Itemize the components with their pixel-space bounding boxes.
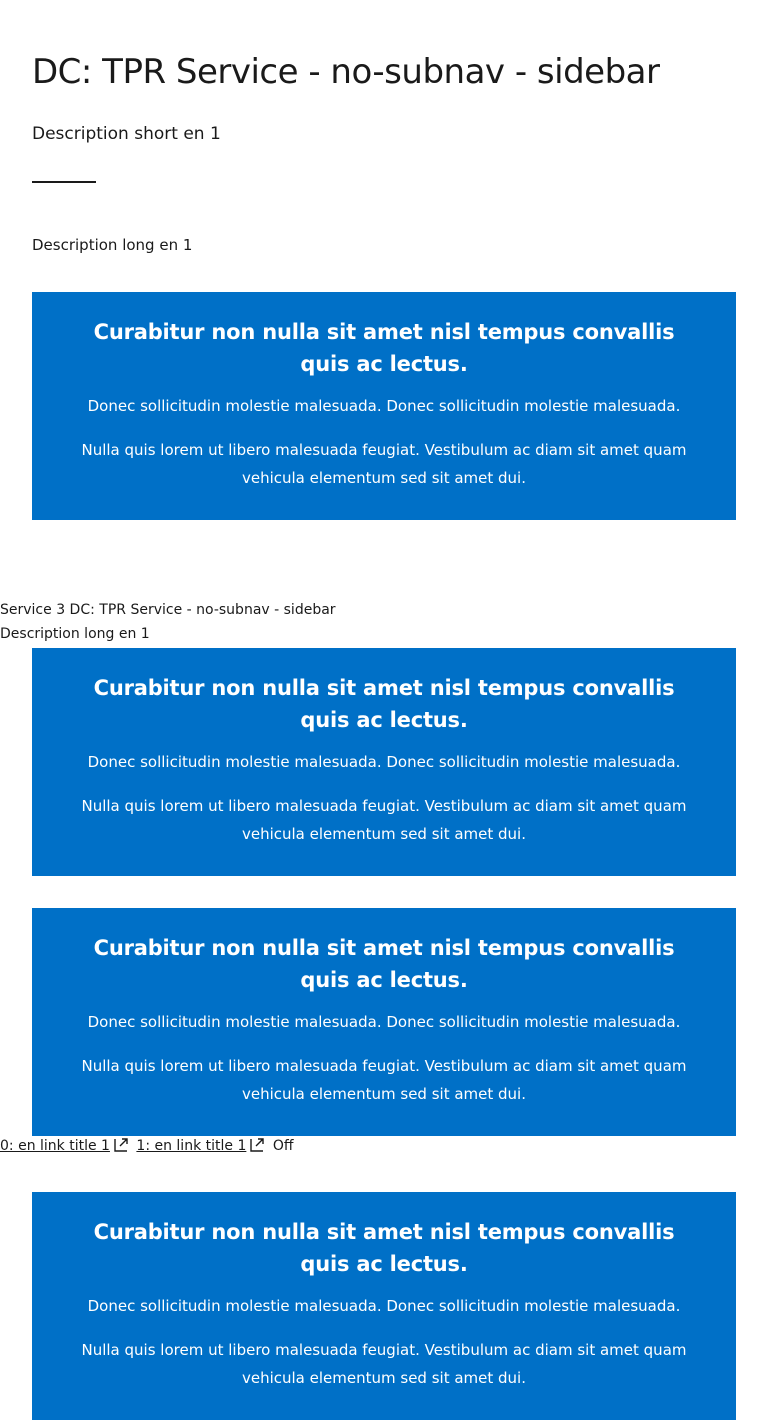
callout-title: Curabitur non nulla sit amet nisl tempus… <box>93 936 675 992</box>
link-label: 0: en link title 1 <box>0 1138 110 1154</box>
callout-paragraph: Donec sollicitudin molestie malesuada. D… <box>87 1297 681 1315</box>
description-short: Description short en 1 <box>32 124 221 144</box>
links-row: 0: en link title 1 1: en link title 1 Of… <box>0 1138 293 1154</box>
service-heading: Service 3 DC: TPR Service - no-subnav - … <box>0 602 336 618</box>
callout-box: Curabitur non nulla sit amet nisl tempus… <box>32 292 736 520</box>
external-link-icon <box>250 1138 265 1152</box>
callout-title: Curabitur non nulla sit amet nisl tempus… <box>93 320 675 376</box>
link-label: 1: en link title 1 <box>136 1138 247 1154</box>
callout-paragraph: Nulla quis lorem ut libero malesuada feu… <box>81 441 687 487</box>
callout-paragraph: Donec sollicitudin molestie malesuada. D… <box>87 753 681 771</box>
callout-paragraph: Nulla quis lorem ut libero malesuada feu… <box>81 797 687 843</box>
service-description-long: Description long en 1 <box>0 626 150 642</box>
callout-box: Curabitur non nulla sit amet nisl tempus… <box>32 648 736 876</box>
description-long: Description long en 1 <box>32 236 193 254</box>
link-0[interactable]: 0: en link title 1 <box>0 1138 110 1154</box>
external-link-icon <box>114 1138 128 1152</box>
callout-title: Curabitur non nulla sit amet nisl tempus… <box>93 1220 675 1276</box>
toggle-state-text: Off <box>272 1138 294 1154</box>
page-title: DC: TPR Service - no-subnav - sidebar <box>32 52 660 92</box>
callout-paragraph: Donec sollicitudin molestie malesuada. D… <box>87 1013 681 1031</box>
callout-box: Curabitur non nulla sit amet nisl tempus… <box>32 1192 736 1420</box>
link-1[interactable]: 1: en link title 1 <box>136 1138 246 1154</box>
callout-paragraph: Nulla quis lorem ut libero malesuada feu… <box>81 1341 687 1387</box>
callout-paragraph: Donec sollicitudin molestie malesuada. D… <box>87 397 681 415</box>
callout-box: Curabitur non nulla sit amet nisl tempus… <box>32 908 736 1136</box>
callout-paragraph: Nulla quis lorem ut libero malesuada feu… <box>81 1057 687 1103</box>
callout-title: Curabitur non nulla sit amet nisl tempus… <box>93 676 675 732</box>
title-divider <box>32 181 96 183</box>
